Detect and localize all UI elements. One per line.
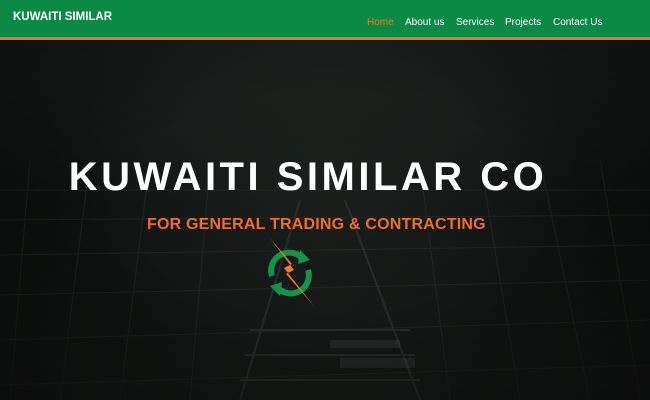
- top-navbar: KUWAITI SIMILAR Home About us Services P…: [0, 0, 650, 40]
- brand-logo-text[interactable]: KUWAITI SIMILAR: [13, 11, 112, 23]
- hero-subtitle: FOR GENERAL TRADING & CONTRACTING: [147, 216, 486, 233]
- green-cycle-lightning-icon: [268, 238, 314, 306]
- nav-about-link[interactable]: About us: [405, 17, 444, 28]
- hero-title: KUWAITI SIMILAR CO: [68, 155, 548, 199]
- hero-banner: KUWAITI SIMILAR CO FOR GENERAL TRADING &…: [0, 40, 650, 400]
- nav-contact-link[interactable]: Contact Us: [553, 17, 602, 28]
- nav-services-link[interactable]: Services: [456, 17, 494, 28]
- nav-home-link[interactable]: Home: [367, 17, 394, 28]
- nav-projects-link[interactable]: Projects: [505, 17, 541, 28]
